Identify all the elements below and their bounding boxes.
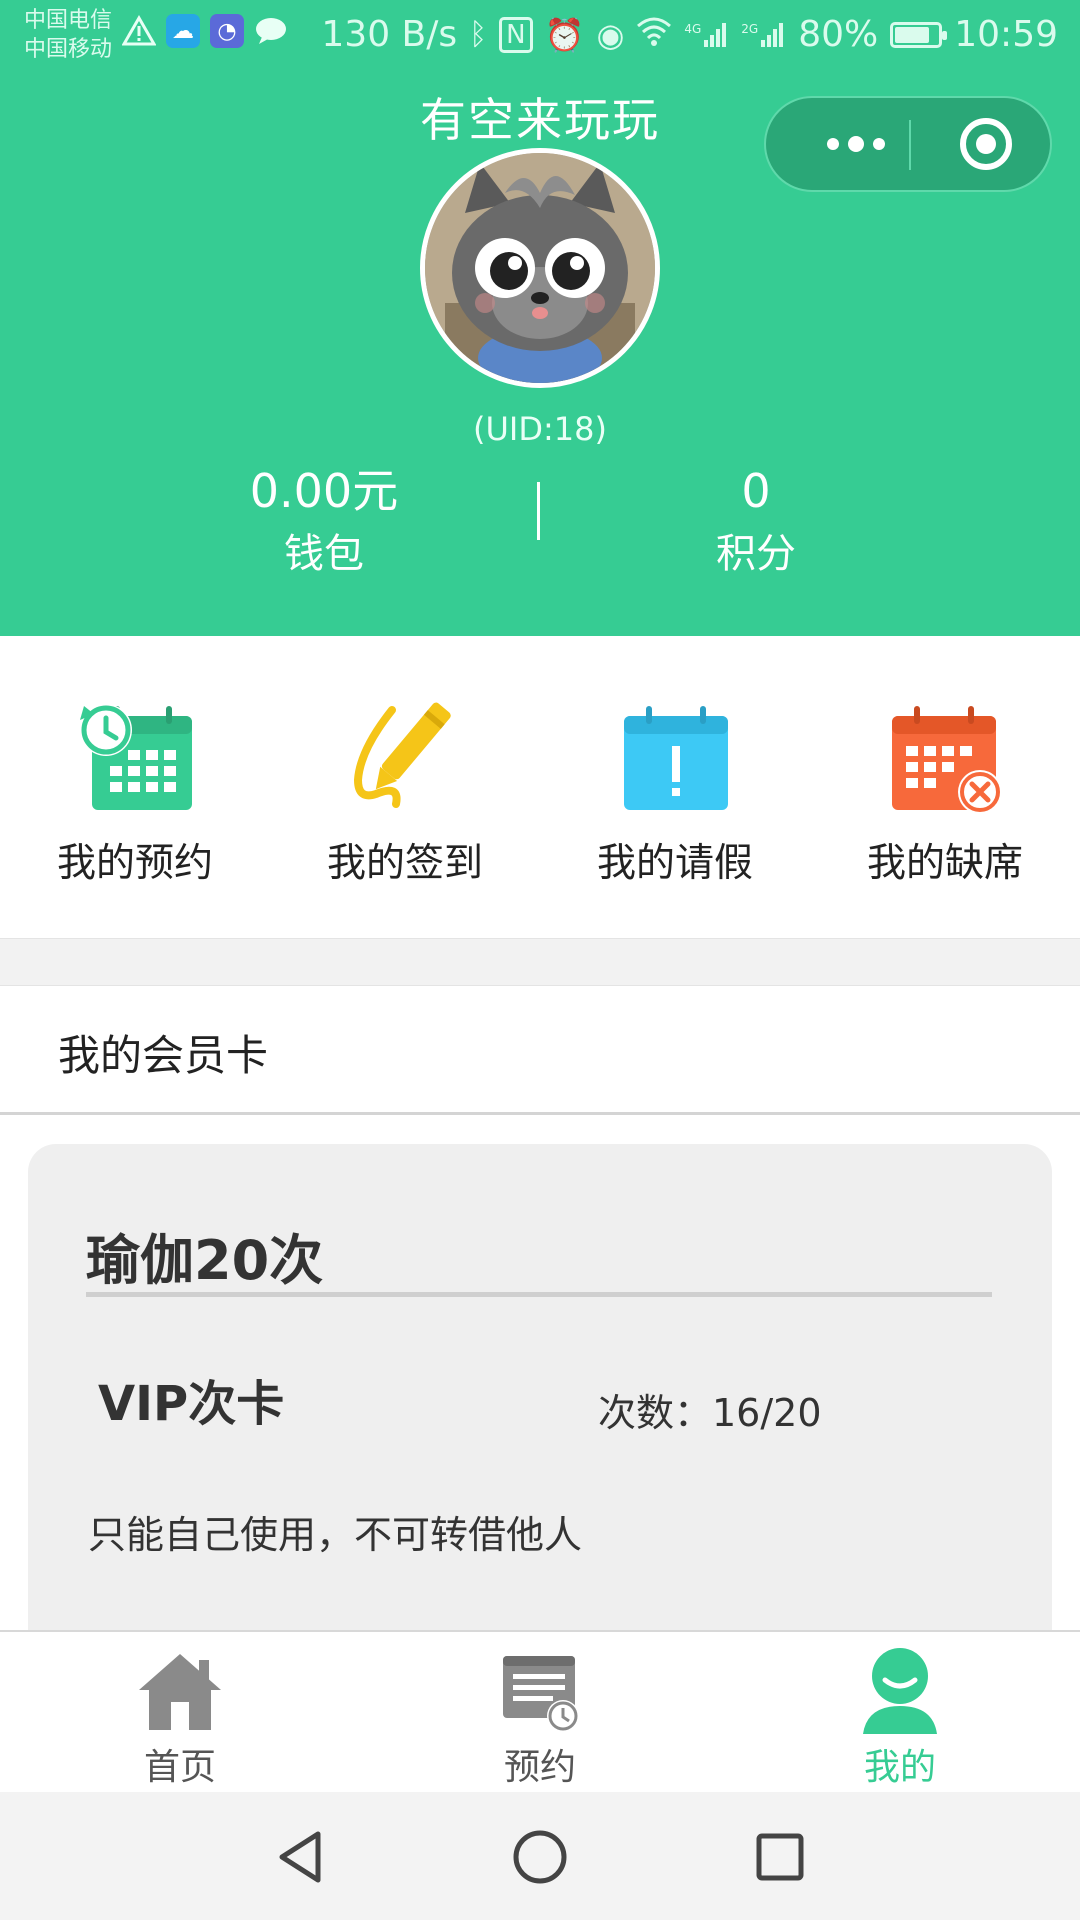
my-checkins-button[interactable]: 我的签到 [270, 690, 540, 886]
carrier-1: 中国电信 [24, 8, 113, 33]
user-uid: (UID:18) [473, 410, 607, 448]
eye-icon: ◉ [596, 15, 625, 54]
booking-list-icon [495, 1646, 585, 1736]
user-icon [855, 1646, 945, 1736]
bottom-tab-bar: 首页 预约 我的 [0, 1630, 1080, 1792]
tab-booking[interactable]: 预约 [440, 1646, 640, 1788]
pencil-sign-icon [340, 690, 470, 820]
wifi-icon [636, 14, 672, 55]
system-status: 130 B/s ᛒ N ⏰ ◉ 4G 2G 80% 10:59 [321, 14, 1058, 55]
my-reservations-button[interactable]: 我的预约 [0, 690, 270, 886]
points-value: 0 [741, 464, 771, 518]
points-stat[interactable]: 0 积分 [606, 462, 906, 584]
calendar-clock-icon [70, 690, 200, 820]
quick-actions: 我的预约 我的签到 我的请假 我的缺席 [0, 636, 1080, 938]
tab-mine[interactable]: 我的 [800, 1646, 1000, 1788]
membership-card[interactable]: 瑜伽20次 VIP次卡 次数：16/20 只能自己使用，不可转借他人 详情 [28, 1144, 1052, 1672]
nfc-icon: N [499, 16, 533, 53]
signal-2g-icon: 2G [741, 22, 786, 48]
home-nav-button[interactable] [505, 1822, 575, 1892]
card-usage-note: 只能自己使用，不可转借他人 [88, 1513, 583, 1557]
my-leave-button[interactable]: 我的请假 [540, 690, 810, 886]
carrier-labels: 中国电信 中国移动 [24, 6, 112, 64]
browser-app-icon: ◔ [210, 14, 244, 48]
quick-action-label: 我的请假 [596, 841, 753, 886]
tab-label: 我的 [863, 1747, 936, 1788]
card-usage-count: 次数：16/20 [598, 1391, 822, 1435]
notification-icons: ☁ ◔ [122, 14, 288, 48]
message-icon [254, 14, 288, 48]
quick-action-label: 我的签到 [326, 841, 483, 886]
profile-header: 中国电信 中国移动 ☁ ◔ 130 B/s ᛒ N ⏰ ◉ 4G 2G 80% … [0, 0, 1080, 636]
stat-divider [537, 482, 540, 540]
section-divider [0, 1112, 1080, 1115]
system-nav-bar [0, 1792, 1080, 1920]
alarm-icon: ⏰ [544, 15, 585, 54]
card-divider [86, 1292, 992, 1297]
tab-label: 预约 [503, 1747, 576, 1788]
close-miniprogram-button[interactable] [960, 118, 1012, 170]
back-button[interactable] [266, 1822, 336, 1892]
membership-section-title: 我的会员卡 [58, 1031, 269, 1080]
calendar-alert-icon [610, 690, 740, 820]
status-bar: 中国电信 中国移动 ☁ ◔ 130 B/s ᛒ N ⏰ ◉ 4G 2G 80% … [0, 0, 1080, 70]
tab-home[interactable]: 首页 [80, 1646, 280, 1788]
wallet-stat[interactable]: 0.00元 钱包 [174, 462, 474, 584]
avatar-wolf-image [425, 153, 655, 383]
my-absences-button[interactable]: 我的缺席 [810, 690, 1080, 886]
net-speed: 130 B/s [321, 14, 458, 55]
wallet-value: 0.00元 [249, 464, 399, 518]
clock: 10:59 [954, 14, 1058, 55]
recents-button[interactable] [745, 1822, 815, 1892]
card-name: 瑜伽20次 [86, 1229, 324, 1292]
bluetooth-icon: ᛒ [469, 17, 488, 52]
avatar[interactable] [420, 148, 660, 388]
warning-icon [122, 14, 156, 48]
tab-label: 首页 [143, 1747, 216, 1788]
cloud-app-icon: ☁ [166, 14, 200, 48]
carrier-2: 中国移动 [24, 37, 113, 62]
miniprogram-capsule [764, 96, 1052, 192]
battery-level [895, 26, 929, 43]
calendar-absent-icon [880, 690, 1010, 820]
quick-action-label: 我的缺席 [866, 841, 1023, 886]
more-menu-button[interactable] [806, 98, 906, 190]
home-icon [135, 1646, 225, 1736]
quick-action-label: 我的预约 [56, 841, 213, 886]
card-type: VIP次卡 [98, 1376, 285, 1432]
signal-4g-icon: 4G [684, 22, 729, 48]
battery-icon [890, 21, 948, 48]
points-label: 积分 [716, 531, 796, 577]
wallet-label: 钱包 [284, 531, 364, 577]
section-gap [0, 938, 1080, 986]
battery-percent: 80% [798, 14, 879, 55]
